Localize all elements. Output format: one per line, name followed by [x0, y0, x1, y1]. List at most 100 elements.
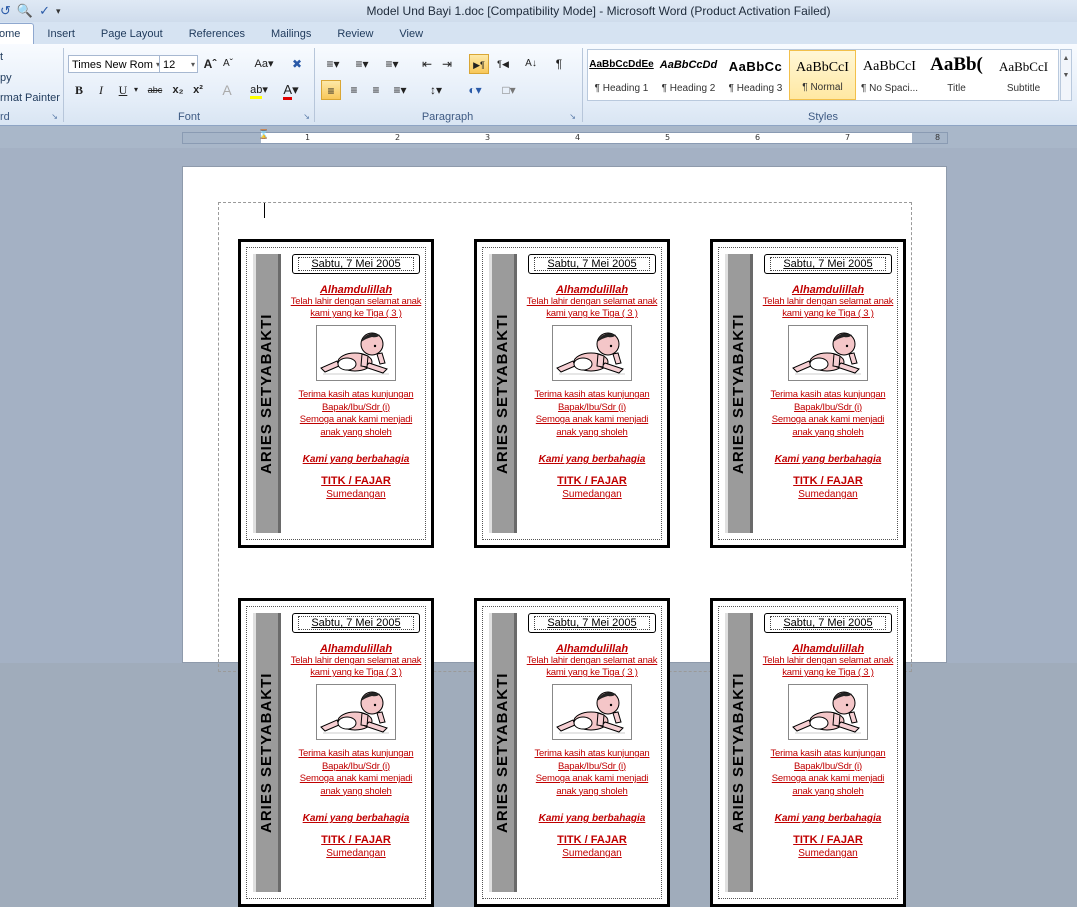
numbering-icon[interactable]: ≡▾	[351, 54, 373, 74]
horizontal-ruler[interactable]: ⌛ 1 2 3 4 5 6 7 8	[182, 130, 948, 144]
font-color-icon[interactable]: A▾	[280, 80, 302, 100]
ltr-direction-icon[interactable]: ▶¶	[469, 54, 489, 74]
invitation-card[interactable]: ARIES SETYABAKTI Sabtu, 7 Mei 2005 Alham…	[238, 239, 434, 548]
card-content: Sabtu, 7 Mei 2005 Alhamdulillah Telah la…	[759, 250, 897, 541]
clipboard-launcher-icon[interactable]: ↘	[51, 112, 58, 121]
tab-review[interactable]: Review	[324, 24, 386, 44]
card-side-name: ARIES SETYABAKTI	[730, 672, 747, 833]
baby-icon	[552, 684, 632, 740]
invitation-card[interactable]: ARIES SETYABAKTI Sabtu, 7 Mei 2005 Alham…	[710, 598, 906, 907]
card-parent-names: TITK / FAJAR	[793, 475, 863, 487]
bold-icon[interactable]: B	[72, 80, 86, 100]
rtl-direction-icon[interactable]: ¶◀	[493, 54, 513, 74]
card-greeting: Alhamdulillah	[319, 284, 393, 296]
strikethrough-icon[interactable]: abc	[144, 80, 166, 100]
ruler-number: 3	[485, 133, 491, 142]
paragraph-group: ≡▾ ≡▾ ≡▾ ⇤ ⇥ ▶¶ ¶◀ A↓ ¶ ≡ ≡ ≡ ≡▾ ↕▾ ◐▾ □…	[315, 44, 580, 125]
change-case-icon[interactable]: Aa▾	[252, 54, 276, 74]
invitation-card[interactable]: ARIES SETYABAKTI Sabtu, 7 Mei 2005 Alham…	[710, 239, 906, 548]
card-date: Sabtu, 7 Mei 2005	[528, 254, 656, 274]
card-greeting: Alhamdulillah	[791, 643, 865, 655]
copy-button[interactable]: py	[0, 72, 12, 84]
text-effects-icon[interactable]: A	[218, 80, 236, 100]
title-bar: ↺ 🔍 ✓ ▾ Model Und Bayi 1.doc [Compatibil…	[0, 0, 1077, 22]
card-greeting: Alhamdulillah	[555, 643, 629, 655]
card-date: Sabtu, 7 Mei 2005	[764, 613, 892, 633]
superscript-icon[interactable]: x²	[190, 80, 206, 100]
card-thanks-line: Semoga anak kami menjadi	[771, 773, 885, 784]
card-born-line: kami yang ke Tiga ( 3 )	[782, 308, 874, 319]
invitation-card[interactable]: ARIES SETYABAKTI Sabtu, 7 Mei 2005 Alham…	[474, 239, 670, 548]
ruler-margin-right	[912, 133, 947, 143]
tab-mailings[interactable]: Mailings	[258, 24, 324, 44]
card-greeting: Alhamdulillah	[555, 284, 629, 296]
card-thanks-line: Terima kasih atas kunjungan	[534, 748, 650, 759]
baby-icon	[788, 325, 868, 381]
highlight-icon[interactable]: ab▾	[248, 80, 270, 100]
underline-icon[interactable]: U	[116, 80, 130, 100]
align-left-icon[interactable]: ≡	[321, 80, 341, 100]
font-size-combo[interactable]: 12 ▾	[159, 55, 198, 73]
baby-icon	[316, 325, 396, 381]
card-place: Sumedangan	[798, 848, 858, 859]
tab-home[interactable]: ome	[0, 23, 35, 44]
grow-font-icon[interactable]: Aˆ	[202, 54, 218, 74]
ruler-margin-left	[183, 133, 261, 143]
invitation-card[interactable]: ARIES SETYABAKTI Sabtu, 7 Mei 2005 Alham…	[474, 598, 670, 907]
subscript-icon[interactable]: x₂	[170, 80, 186, 100]
increase-indent-icon[interactable]: ⇥	[439, 54, 455, 74]
font-launcher-icon[interactable]: ↘	[303, 112, 310, 121]
card-place: Sumedangan	[562, 489, 622, 500]
card-thanks-line: Bapak/Ibu/Sdr (i)	[322, 760, 390, 772]
ruler-number: 4	[575, 133, 581, 142]
card-content: Sabtu, 7 Mei 2005 Alhamdulillah Telah la…	[287, 609, 425, 900]
format-painter-button[interactable]: rmat Painter	[0, 92, 60, 104]
underline-dropdown-icon[interactable]: ▾	[132, 80, 140, 100]
shading-icon[interactable]: ◐▾	[461, 80, 489, 100]
decrease-indent-icon[interactable]: ⇤	[419, 54, 435, 74]
clipboard-group: t py rmat Painter rd ↘	[0, 44, 62, 125]
card-side-name: ARIES SETYABAKTI	[258, 313, 275, 474]
shrink-font-icon[interactable]: Aˇ	[220, 54, 236, 74]
tab-view[interactable]: View	[386, 24, 436, 44]
card-thanks-line: anak yang sholeh	[556, 785, 628, 797]
align-center-icon[interactable]: ≡	[345, 80, 363, 100]
font-name-combo[interactable]: Times New Rom ▾	[68, 55, 163, 73]
baby-icon	[552, 325, 632, 381]
clear-formatting-icon[interactable]: ✖	[288, 54, 306, 74]
tab-page-layout[interactable]: Page Layout	[88, 24, 176, 44]
font-group: Times New Rom ▾ 12 ▾ Aˆ Aˇ Aa▾ ✖ B I U ▾ a…	[64, 44, 314, 125]
card-thanks-line: Terima kasih atas kunjungan	[298, 389, 414, 400]
sort-icon[interactable]: A↓	[521, 54, 541, 74]
borders-icon[interactable]: □▾	[495, 80, 523, 100]
card-content: Sabtu, 7 Mei 2005 Alhamdulillah Telah la…	[759, 609, 897, 900]
paragraph-launcher-icon[interactable]: ↘	[569, 112, 576, 121]
align-right-icon[interactable]: ≡	[367, 80, 385, 100]
italic-icon[interactable]: I	[94, 80, 108, 100]
card-born-line: Telah lahir dengan selamat anak	[526, 296, 658, 307]
card-date: Sabtu, 7 Mei 2005	[764, 254, 892, 274]
justify-icon[interactable]: ≡▾	[389, 80, 411, 100]
tab-references[interactable]: References	[176, 24, 258, 44]
card-side-name: ARIES SETYABAKTI	[730, 313, 747, 474]
multilevel-list-icon[interactable]: ≡▾	[381, 54, 403, 74]
card-parent-names: TITK / FAJAR	[321, 475, 391, 487]
tab-insert[interactable]: Insert	[34, 24, 88, 44]
ribbon-tabs: ome Insert Page Layout References Mailin…	[0, 22, 1077, 44]
card-parent-names: TITK / FAJAR	[557, 475, 627, 487]
card-thanks-line: anak yang sholeh	[792, 785, 864, 797]
card-greeting: Alhamdulillah	[791, 284, 865, 296]
card-thanks-line: Semoga anak kami menjadi	[299, 414, 413, 425]
window-title: Model Und Bayi 1.doc [Compatibility Mode…	[366, 4, 831, 18]
bullets-icon[interactable]: ≡▾	[323, 54, 343, 74]
cut-button[interactable]: t	[0, 51, 3, 63]
invitation-card[interactable]: ARIES SETYABAKTI Sabtu, 7 Mei 2005 Alham…	[238, 598, 434, 907]
card-born-line: kami yang ke Tiga ( 3 )	[310, 308, 402, 319]
card-born-line: kami yang ke Tiga ( 3 )	[782, 667, 874, 678]
card-happy-line: Kami yang berbahagia	[774, 454, 882, 465]
line-spacing-icon[interactable]: ↕▾	[425, 80, 447, 100]
styles-scroll[interactable]: ▲ ▼	[1060, 49, 1072, 101]
card-side-name: ARIES SETYABAKTI	[494, 672, 511, 833]
indent-marker-icon[interactable]: ⌛	[258, 130, 269, 140]
show-marks-icon[interactable]: ¶	[551, 54, 567, 74]
